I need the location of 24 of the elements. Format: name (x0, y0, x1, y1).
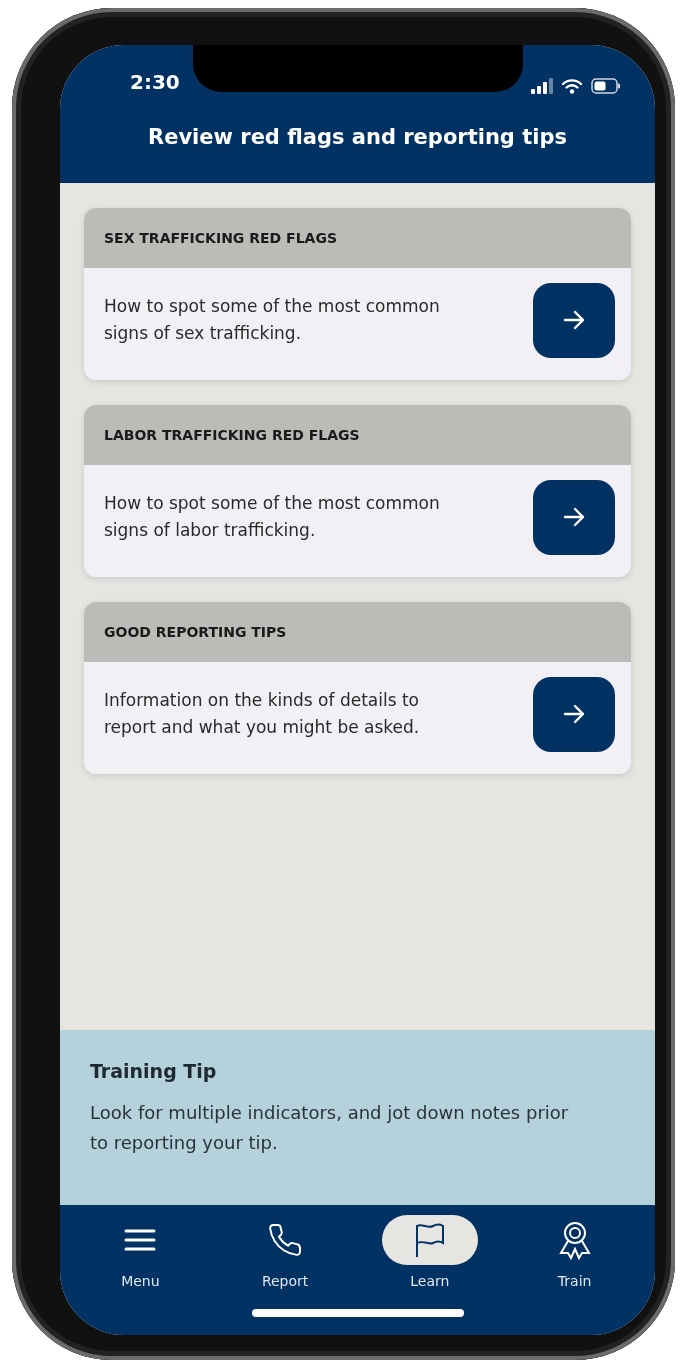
menu-icon (124, 1228, 157, 1252)
wifi-icon (561, 78, 583, 94)
open-button[interactable] (533, 676, 615, 752)
tab-item[interactable]: Report (230, 1215, 341, 1289)
open-button[interactable] (533, 282, 615, 358)
card-description: How to spot some of the most common signs of labor trafficking. (104, 492, 441, 542)
card-title: SEX TRAFFICKING RED FLAGS (104, 230, 337, 246)
status-time: 2:30 (130, 70, 180, 94)
battery-icon (591, 78, 621, 94)
screen-title: Review red flags and reporting tips (148, 124, 567, 149)
arrow-right-icon (563, 507, 585, 527)
arrow-right-icon (563, 310, 585, 330)
open-button[interactable] (533, 479, 615, 555)
tip-text: Look for multiple indicators, and jot down notes prior to reporting your tip. (90, 1101, 570, 1155)
card-title: LABOR TRAFFICKING RED FLAGS (104, 427, 360, 443)
phone-icon (267, 1222, 304, 1258)
card-title: GOOD REPORTING TIPS (104, 624, 287, 640)
card-description: How to spot some of the most common signs of sex trafficking. (104, 295, 441, 345)
card-description: Information on the kinds of details to report and what you might be asked. (104, 689, 421, 739)
signal-icon (531, 78, 553, 94)
tab-item[interactable]: Menu (85, 1215, 196, 1289)
tab-item[interactable]: Train (519, 1215, 630, 1289)
arrow-right-icon (563, 704, 585, 724)
tip-title: Training Tip (90, 1060, 218, 1082)
